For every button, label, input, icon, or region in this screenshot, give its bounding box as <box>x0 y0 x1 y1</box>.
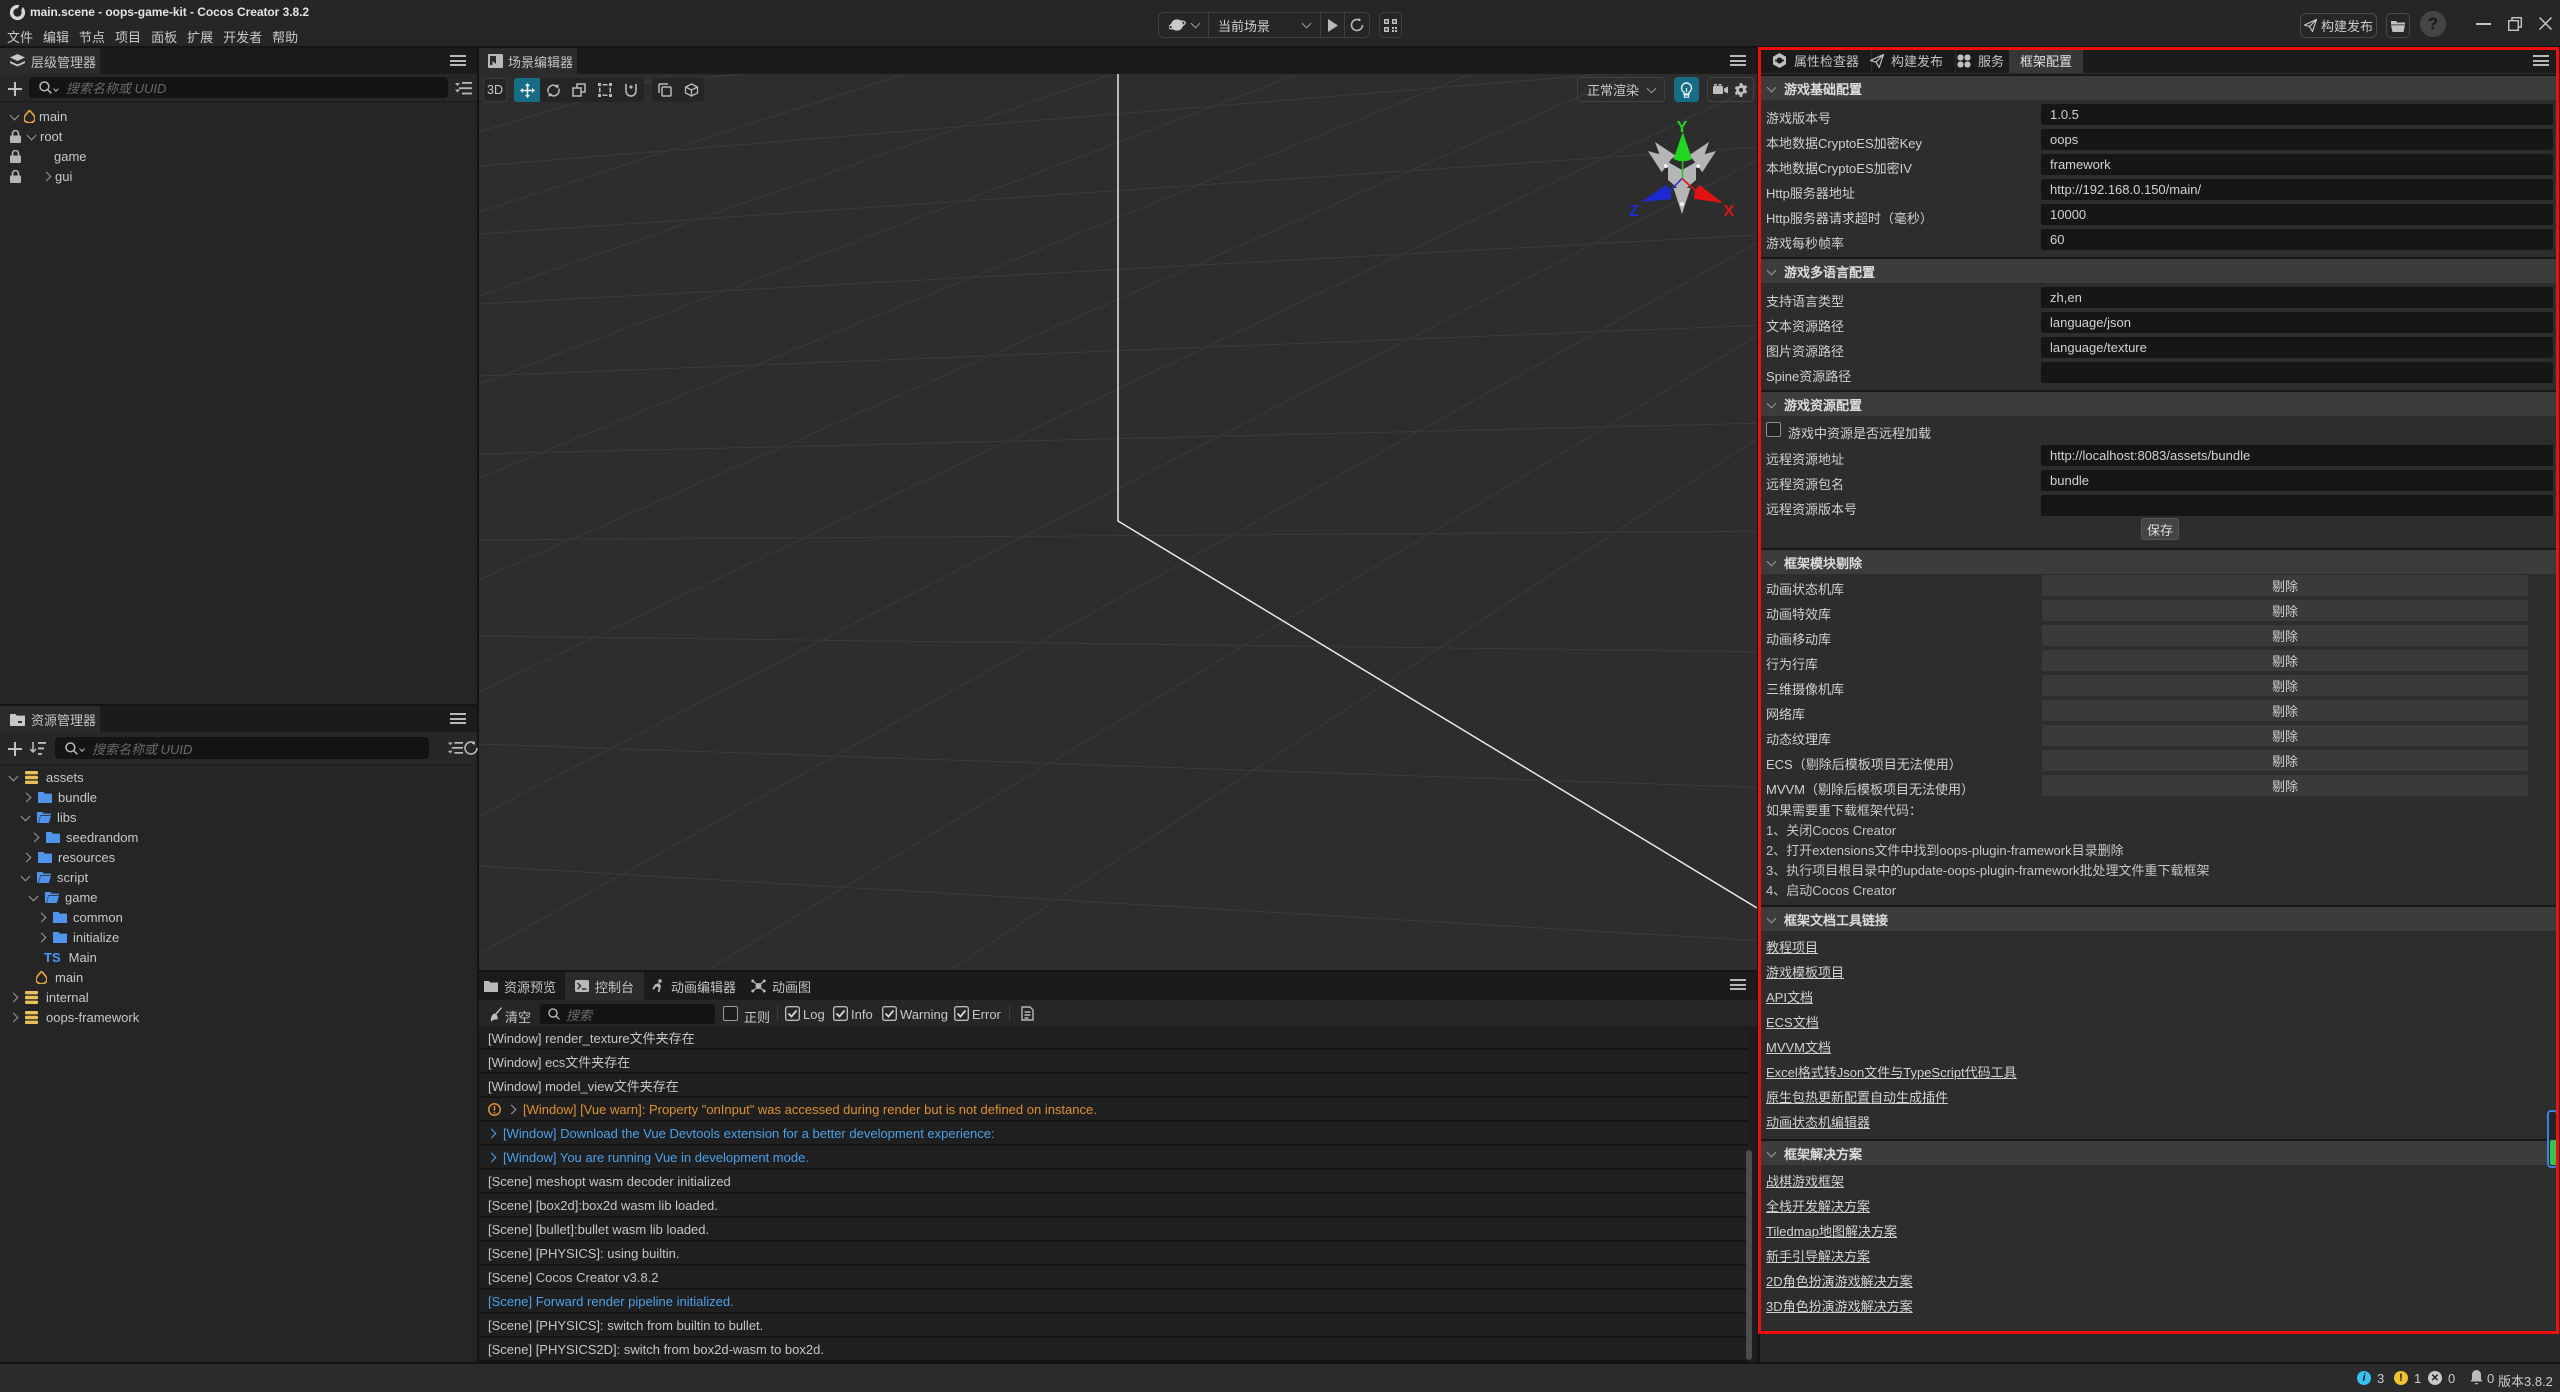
svg-text:Y: Y <box>1677 119 1688 136</box>
svg-text:Z: Z <box>1629 203 1639 220</box>
svg-text:X: X <box>1724 203 1735 220</box>
